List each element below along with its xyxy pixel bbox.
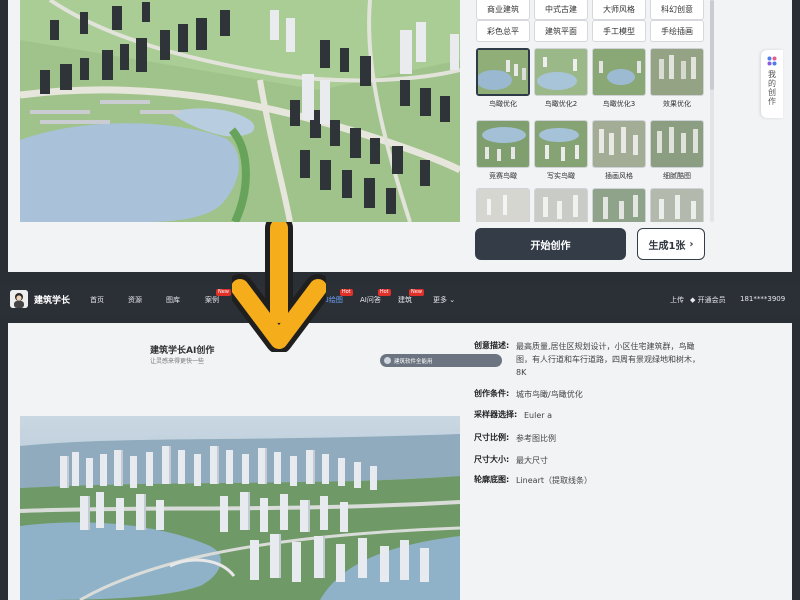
field-value: Lineart（提取线条） <box>516 476 592 485</box>
style-thumbnail <box>476 48 530 96</box>
card-title: 建筑学长AI创作 <box>150 346 215 356</box>
style-chip[interactable]: 科幻创意 <box>650 0 704 20</box>
style-thumbnail <box>650 48 704 96</box>
style-option-card[interactable]: 插画风格 <box>592 120 646 181</box>
style-option-card[interactable] <box>476 188 530 222</box>
style-thumbnail <box>592 120 646 168</box>
style-chip[interactable]: 中式古建 <box>534 0 588 20</box>
style-label: 效果优化 <box>663 100 691 108</box>
style-option-card[interactable]: 写实鸟瞰 <box>534 120 588 181</box>
style-option-card[interactable] <box>650 188 704 222</box>
start-create-button[interactable]: 开始创作 <box>475 228 626 260</box>
nav-item-more[interactable]: 更多 ⌄ <box>433 295 455 305</box>
nav-item-architecture[interactable]: 建筑 New <box>398 289 424 305</box>
style-option-card[interactable] <box>534 188 588 222</box>
user-account[interactable]: 181****3909 <box>740 295 785 303</box>
style-label: 写实鸟瞰 <box>547 172 575 180</box>
field-value: 最高质量,居住区规划设计，小区住宅建筑群，鸟瞰图，有人行道和车行道路，四周有景观… <box>516 342 700 377</box>
chevron-down-icon: ⌄ <box>447 296 456 304</box>
top-panel: 商业建筑 中式古建 大师风格 科幻创意 彩色总平 建筑平面 手工模型 手绘插画 … <box>8 0 792 272</box>
style-label: 鸟瞰优化3 <box>602 100 636 108</box>
style-thumbnail <box>534 48 588 96</box>
hot-badge: Hot <box>377 289 391 296</box>
field-sampler: 采样器选择: Euler a <box>474 409 552 422</box>
nav-item-gallery[interactable]: 图库 <box>166 295 180 305</box>
field-condition: 创作条件: 城市鸟瞰/鸟瞰优化 <box>474 388 583 401</box>
field-value: 参考图比例 <box>516 434 556 443</box>
field-key: 尺寸比例: <box>474 433 510 442</box>
nav-item-home[interactable]: 首页 <box>90 295 104 305</box>
field-key: 创作条件: <box>474 389 510 398</box>
new-badge: New <box>409 289 424 296</box>
top-nav-bar: 建筑学长 首页 资源 图库 案例 New AI绘图 Hot AI问答 Hot 建筑 Ne… <box>0 286 800 314</box>
style-thumbnail <box>592 48 646 96</box>
style-thumbnail <box>592 188 646 222</box>
style-option-card[interactable]: 鸟瞰优化3 <box>592 48 646 109</box>
nav-item-ai-qa[interactable]: AI问答 Hot <box>360 289 391 305</box>
field-value: 城市鸟瞰/鸟瞰优化 <box>516 390 583 399</box>
pill-label: 建筑软件全能用 <box>394 358 433 365</box>
style-chip[interactable]: 建筑平面 <box>534 20 588 42</box>
style-chip[interactable]: 大师风格 <box>592 0 646 20</box>
grid-dots-icon <box>767 56 777 66</box>
style-scrollbar-thumb[interactable] <box>710 0 714 90</box>
field-value: 最大尺寸 <box>516 456 548 465</box>
field-ratio: 尺寸比例: 参考图比例 <box>474 432 556 445</box>
style-option-card[interactable]: 细腻酷图 <box>650 120 704 181</box>
my-creations-tab[interactable]: 我的创作 <box>761 50 783 118</box>
style-grid: 商业建筑 中式古建 大师风格 科幻创意 彩色总平 建筑平面 手工模型 手绘插画 … <box>474 0 706 222</box>
style-option-card[interactable]: 效果优化 <box>650 48 704 109</box>
field-description: 创意描述: 最高质量,居住区规划设计，小区住宅建筑群，鸟瞰图，有人行道和车行道路… <box>474 340 704 379</box>
card-subtitle: 让灵感来得更快一些 <box>150 358 205 365</box>
hot-badge: Hot <box>339 289 353 296</box>
down-arrow-icon <box>232 222 326 352</box>
logo-avatar[interactable] <box>10 290 28 308</box>
field-key: 尺寸大小: <box>474 455 510 464</box>
style-thumbnail <box>534 120 588 168</box>
style-option-card[interactable] <box>592 188 646 222</box>
field-key: 轮廓底图: <box>474 475 510 484</box>
style-thumbnail <box>650 120 704 168</box>
style-thumbnail <box>534 188 588 222</box>
generate-count-button[interactable]: 生成1张 › <box>637 228 705 260</box>
new-badge: New <box>216 289 231 296</box>
style-chip[interactable]: 彩色总平 <box>476 20 530 42</box>
model-render-image <box>20 0 460 222</box>
style-thumbnail <box>476 188 530 222</box>
field-key: 创意描述: <box>474 341 510 350</box>
vip-link[interactable]: ◆ 开通会员 <box>690 295 726 305</box>
style-chip[interactable]: 手工模型 <box>592 20 646 42</box>
field-size: 尺寸大小: 最大尺寸 <box>474 454 548 467</box>
generated-aerial-image[interactable] <box>20 416 460 600</box>
style-chip[interactable]: 商业建筑 <box>476 0 530 20</box>
style-chip[interactable]: 手绘插画 <box>650 20 704 42</box>
generate-count-label: 生成1张 <box>648 240 686 252</box>
my-creations-label: 我的创作 <box>767 70 777 106</box>
style-label: 细腻酷图 <box>663 172 691 180</box>
style-option-card[interactable]: 竞赛鸟瞰 <box>476 120 530 181</box>
style-label: 竞赛鸟瞰 <box>489 172 517 180</box>
field-contour: 轮廓底图: Lineart（提取线条） <box>474 474 592 487</box>
result-panel: 建筑学长AI创作 让灵感来得更快一些 建筑软件全能用 创意描述: 最高质量,居住… <box>8 323 792 600</box>
style-thumbnail <box>650 188 704 222</box>
brand-name[interactable]: 建筑学长 <box>34 293 70 306</box>
diamond-icon: ◆ <box>690 296 696 304</box>
style-label: 鸟瞰优化2 <box>544 100 578 108</box>
field-value: Euler a <box>524 411 553 420</box>
upload-link[interactable]: 上传 <box>670 295 684 305</box>
style-label: 鸟瞰优化 <box>489 100 517 108</box>
style-option-card[interactable]: 鸟瞰优化 <box>476 48 530 109</box>
field-key: 采样器选择: <box>474 410 518 419</box>
style-label: 插画风格 <box>605 172 633 180</box>
pill-icon <box>384 357 391 364</box>
chevron-right-icon: › <box>689 238 694 250</box>
nav-item-cases[interactable]: 案例 New <box>205 289 231 305</box>
nav-item-resources[interactable]: 资源 <box>128 295 142 305</box>
style-option-card[interactable]: 鸟瞰优化2 <box>534 48 588 109</box>
style-thumbnail <box>476 120 530 168</box>
